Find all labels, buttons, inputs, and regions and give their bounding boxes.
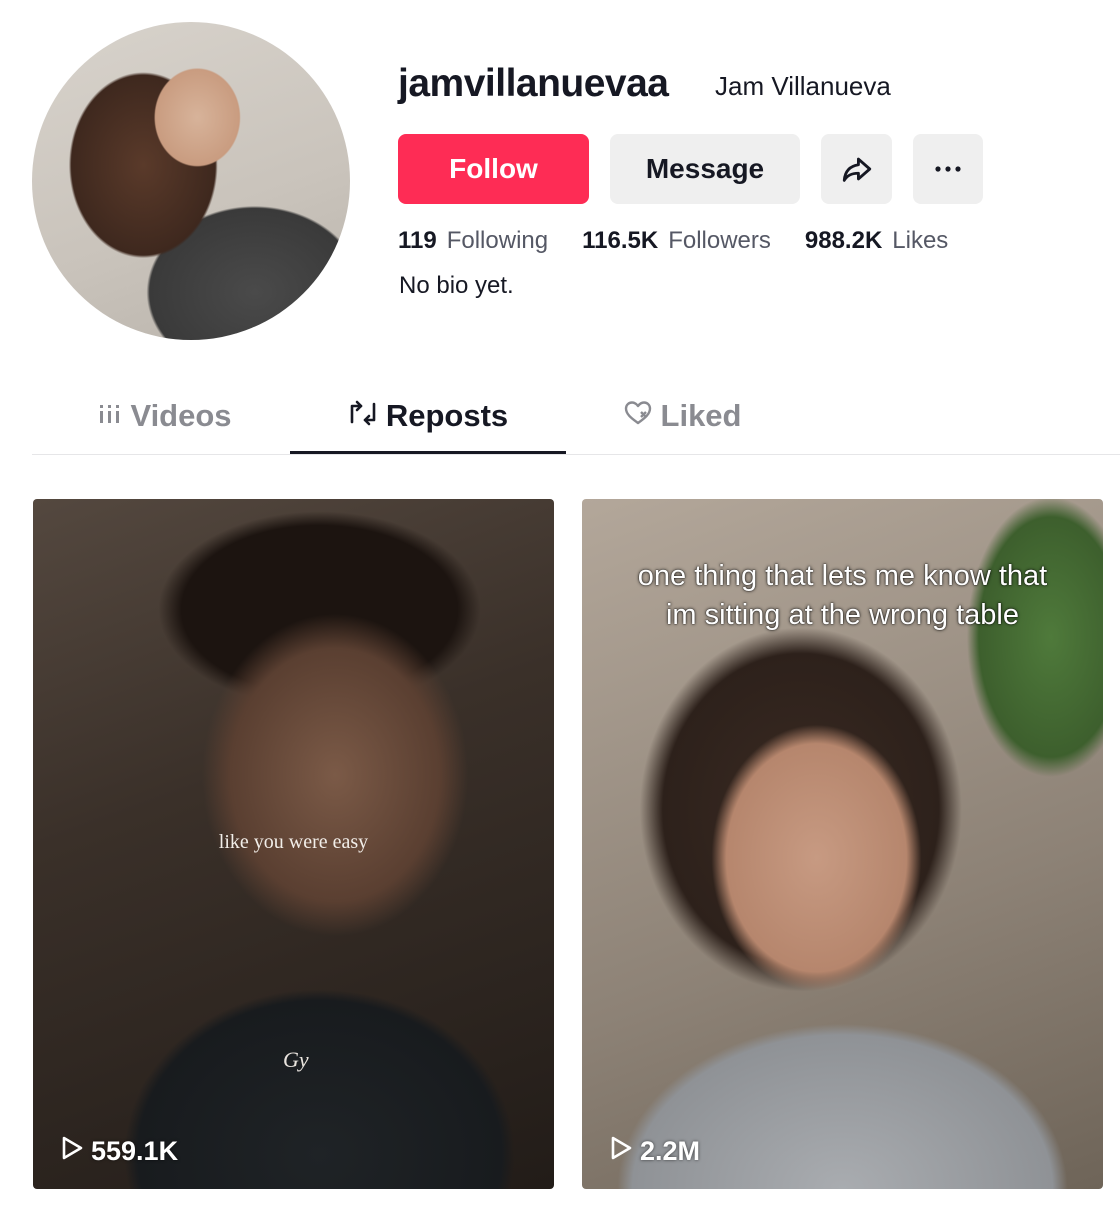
stat-value: 116.5K (582, 227, 659, 254)
tab-videos[interactable]: Videos (90, 380, 240, 452)
signature-watermark: Gy (283, 1047, 309, 1072)
stat-label: Followers (668, 227, 771, 254)
tab-label: Liked (660, 398, 742, 433)
stat-label: Following (446, 227, 549, 254)
share-button[interactable] (821, 134, 892, 204)
stat-likes: 988.2K Likes (805, 227, 948, 255)
video-caption-overlay: one thing that lets me know that im sitt… (637, 560, 1048, 631)
tab-label: Reposts (385, 398, 509, 433)
video-card[interactable]: one thing that lets me know that im sitt… (582, 499, 1103, 1189)
tab-label: Videos (130, 398, 232, 433)
profile-handle: jamvillanuevaa (398, 62, 669, 105)
profile-avatar[interactable] (32, 22, 350, 340)
video-card[interactable]: like you were easy Gy 559.1K (33, 499, 554, 1189)
profile-bio: No bio yet. (399, 272, 514, 299)
more-icon (932, 164, 964, 174)
stat-value: 988.2K (804, 227, 883, 254)
grid-icon (98, 398, 122, 434)
more-options-button[interactable] (913, 134, 983, 204)
view-count: 2.2M (610, 1136, 700, 1167)
stat-label: Likes (892, 227, 949, 254)
heart-icon (623, 398, 653, 434)
profile-stats: 119 Following 116.5K Followers 988.2K Likes (398, 227, 948, 255)
video-caption-overlay: like you were easy (218, 831, 369, 853)
view-count-value: 2.2M (640, 1136, 701, 1166)
stat-value: 119 (398, 227, 437, 254)
follow-button[interactable]: Follow (398, 134, 589, 204)
view-count-value: 559.1K (91, 1136, 179, 1166)
profile-nickname: Jam Villanueva (715, 71, 891, 101)
tab-liked[interactable]: Liked (612, 380, 752, 452)
play-icon (61, 1136, 83, 1167)
share-icon (840, 152, 874, 186)
stat-followers[interactable]: 116.5K Followers (582, 227, 771, 255)
view-count: 559.1K (61, 1136, 178, 1167)
tab-reposts[interactable]: Reposts (290, 380, 566, 452)
repost-icon (348, 398, 378, 434)
active-tab-indicator (290, 451, 566, 454)
message-button[interactable]: Message (610, 134, 800, 204)
profile-tabs: Videos Reposts Liked (32, 380, 1120, 455)
stat-following[interactable]: 119 Following (398, 227, 548, 255)
play-icon (610, 1136, 632, 1167)
